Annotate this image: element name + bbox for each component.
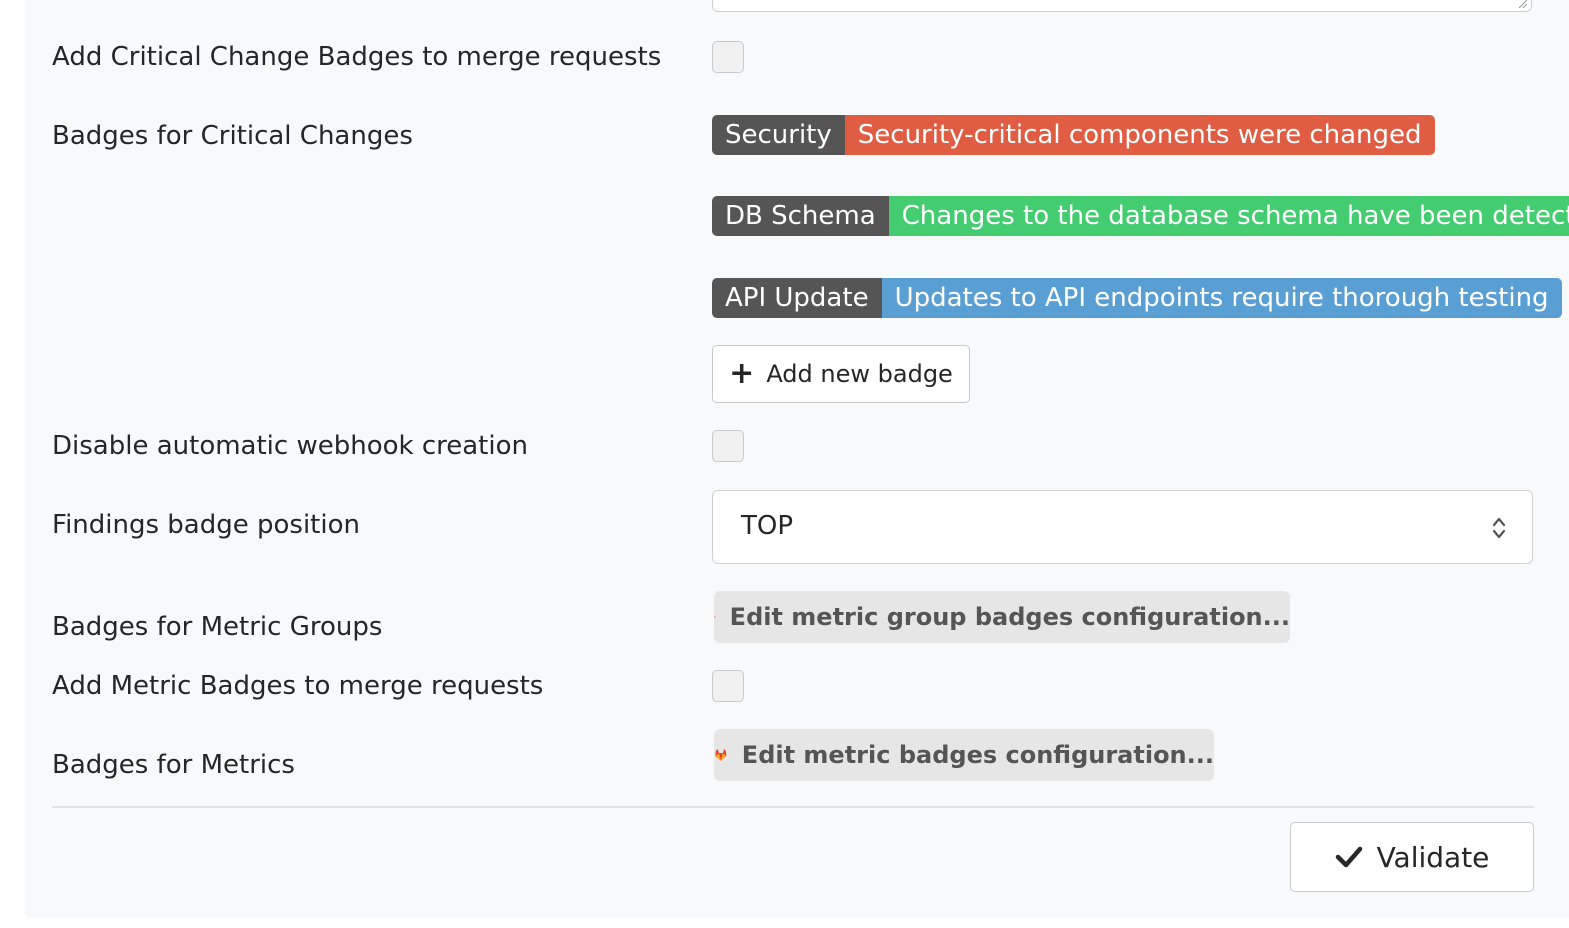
metric-group-badges-label: Badges for Metric Groups [52, 612, 383, 642]
findings-position-label: Findings badge position [52, 510, 360, 540]
findings-position-select[interactable]: TOP [712, 490, 1533, 564]
critical-badges-checkbox[interactable] [712, 41, 744, 73]
critical-badges-toggle-label: Add Critical Change Badges to merge requ… [52, 42, 662, 72]
badge-message: Security-critical components were change… [844, 115, 1435, 155]
metric-badges-toggle-label: Add Metric Badges to merge requests [52, 671, 544, 701]
edit-metric-badges-label: Edit metric badges configuration... [741, 741, 1214, 769]
badge-key: DB Schema [712, 196, 889, 236]
add-new-badge-button[interactable]: + Add new badge [712, 345, 970, 403]
metric-badges-checkbox[interactable] [712, 670, 744, 702]
badge-key: API Update [712, 278, 882, 318]
edit-metric-group-badges-button[interactable]: Edit metric group badges configuration..… [714, 591, 1290, 643]
gitlab-logo-icon [715, 749, 727, 761]
badge-message: Updates to API endpoints require thoroug… [881, 278, 1562, 318]
description-textarea[interactable] [712, 0, 1532, 12]
edit-metric-group-badges-label: Edit metric group badges configuration..… [729, 603, 1290, 631]
add-new-badge-label: Add new badge [766, 360, 953, 388]
validate-label: Validate [1376, 840, 1490, 874]
webhook-checkbox[interactable] [712, 430, 744, 462]
badge-message: Changes to the database schema have been… [888, 196, 1569, 236]
divider [52, 806, 1534, 808]
findings-position-value: TOP [741, 511, 794, 541]
chevron-up-down-icon [1492, 517, 1506, 539]
badge-db-schema: DB Schema Changes to the database schema… [712, 196, 1569, 236]
badge-key: Security [712, 115, 845, 155]
check-icon [1335, 846, 1362, 868]
validate-button[interactable]: Validate [1290, 822, 1534, 892]
metric-badges-label: Badges for Metrics [52, 750, 295, 780]
edit-metric-badges-button[interactable]: Edit metric badges configuration... [714, 729, 1214, 781]
resize-handle-icon[interactable] [1519, 0, 1527, 8]
plus-icon: + [729, 356, 755, 391]
badge-security: Security Security-critical components we… [712, 115, 1435, 155]
critical-badges-label: Badges for Critical Changes [52, 121, 413, 151]
badge-api-update: API Update Updates to API endpoints requ… [712, 278, 1562, 318]
webhook-toggle-label: Disable automatic webhook creation [52, 431, 528, 461]
gitlab-logo-icon [714, 616, 716, 618]
